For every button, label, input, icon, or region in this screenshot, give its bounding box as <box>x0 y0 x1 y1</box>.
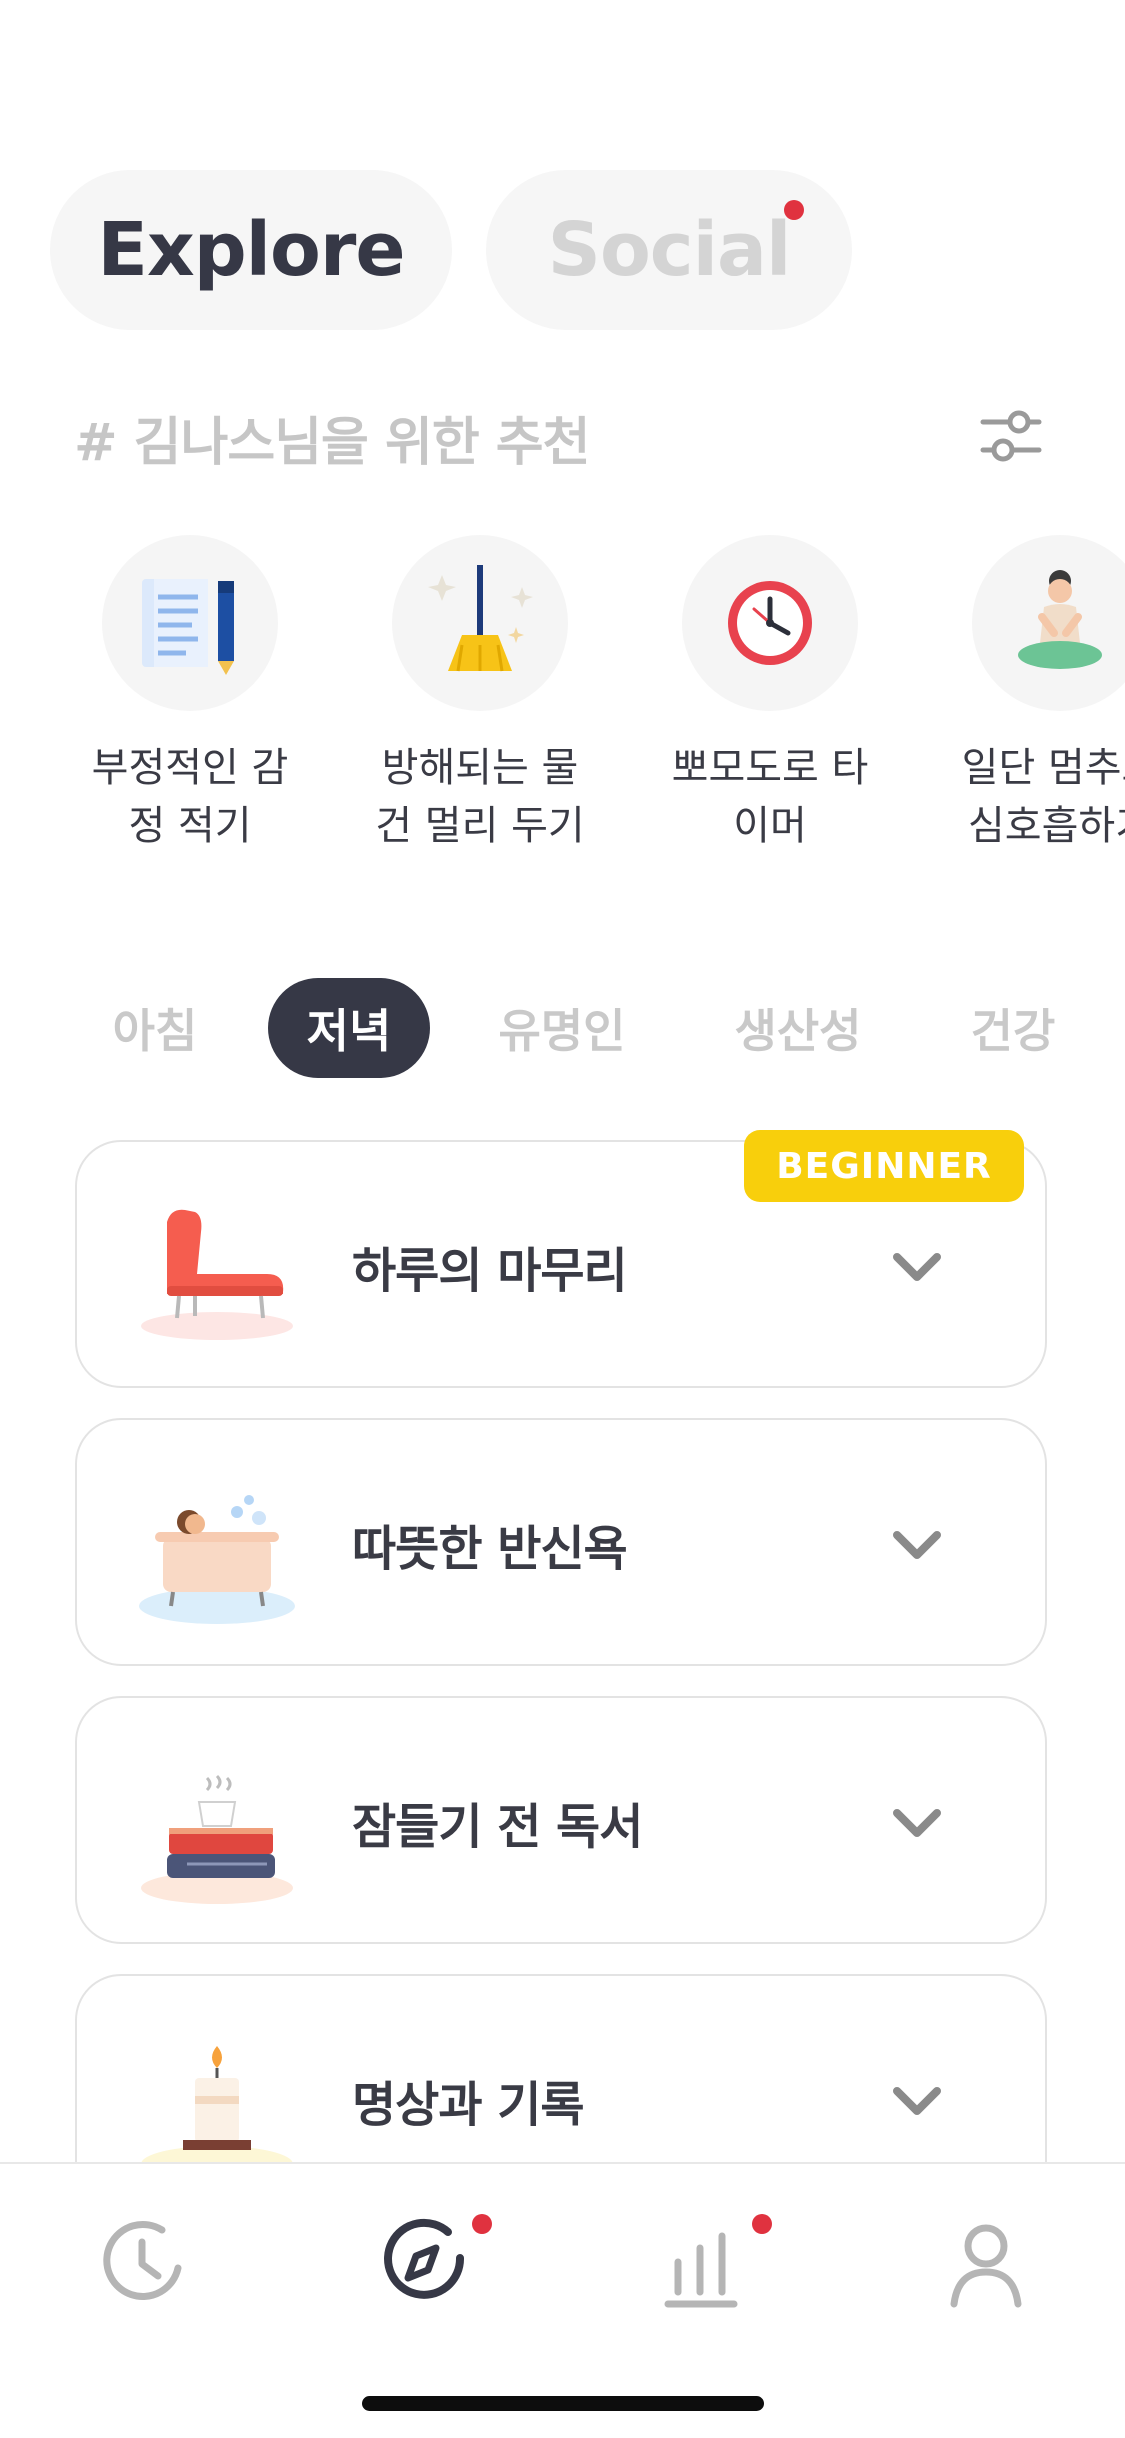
clock-icon <box>103 2220 182 2300</box>
routine-card-half-bath[interactable]: 따뜻한 반신욕 <box>75 1418 1047 1666</box>
routine-card-bedtime-reading[interactable]: 잠들기 전 독서 <box>75 1696 1047 1944</box>
routine-title: 하루의 마무리 <box>352 1243 628 1299</box>
user-icon <box>950 2224 1022 2308</box>
recommendation-item-pomodoro[interactable]: 뽀모도로 타 이머 <box>640 535 900 855</box>
nav-stats-button[interactable] <box>652 2212 772 2312</box>
social-notification-dot <box>784 200 804 220</box>
category-evening[interactable]: 저녁 <box>268 978 430 1078</box>
compass-icon <box>384 2218 465 2299</box>
tab-social[interactable]: Social <box>486 170 852 330</box>
category-morning[interactable]: 아침 <box>92 978 218 1078</box>
recommendation-item-breathing[interactable]: 일단 멈추고 심호흡하기 <box>930 535 1125 855</box>
broom-icon <box>392 535 568 711</box>
recommendation-label: 방해되는 물 건 멀리 두기 <box>375 745 585 849</box>
category-label: 생산성 <box>734 1004 862 1058</box>
home-indicator <box>362 2396 764 2411</box>
armchair-icon <box>137 1182 297 1350</box>
nav-profile-button[interactable] <box>936 2212 1036 2312</box>
chevron-down-icon[interactable] <box>887 1793 947 1853</box>
chevron-down-icon[interactable] <box>887 1237 947 1297</box>
category-label: 저녁 <box>306 1004 392 1058</box>
recommendation-label: 뽀모도로 타 이머 <box>671 745 869 849</box>
category-label: 유명인 <box>498 1004 626 1058</box>
candle-icon <box>137 2016 297 2184</box>
nav-explore-button[interactable] <box>372 2212 492 2312</box>
filter-button[interactable] <box>975 400 1047 472</box>
recommendation-heading: # 김나스님을 위한 추천 <box>74 413 590 473</box>
meditation-icon <box>972 535 1125 711</box>
tab-explore-label: Explore <box>97 207 405 293</box>
category-label: 아침 <box>112 1004 198 1058</box>
bathtub-icon <box>137 1460 297 1628</box>
notes-pencil-icon <box>102 535 278 711</box>
tab-social-label: Social <box>547 207 792 293</box>
category-celebrity[interactable]: 유명인 <box>480 978 644 1078</box>
routine-title: 잠들기 전 독서 <box>352 1799 643 1855</box>
nav-history-button[interactable] <box>92 2212 192 2312</box>
recommendation-item-negative-feelings[interactable]: 부정적인 감 정 적기 <box>60 535 320 855</box>
clock-icon <box>682 535 858 711</box>
tab-explore[interactable]: Explore <box>50 170 452 330</box>
category-health[interactable]: 건강 <box>950 978 1076 1078</box>
stats-notification-dot <box>752 2214 772 2234</box>
recommendation-label: 부정적인 감 정 적기 <box>91 745 289 849</box>
recommendation-label: 일단 멈추고 심호흡하기 <box>961 745 1125 849</box>
sliders-icon <box>980 410 1042 462</box>
category-productivity[interactable]: 생산성 <box>716 978 880 1078</box>
routine-title: 따뜻한 반신욕 <box>352 1521 628 1577</box>
recommendation-item-distractions[interactable]: 방해되는 물 건 멀리 두기 <box>350 535 610 855</box>
books-tea-icon <box>137 1738 297 1906</box>
beginner-badge: BEGINNER <box>744 1130 1024 1202</box>
bar-chart-icon <box>664 2232 738 2308</box>
chevron-down-icon[interactable] <box>887 2071 947 2131</box>
explore-notification-dot <box>472 2214 492 2234</box>
category-label: 건강 <box>970 1004 1056 1058</box>
chevron-down-icon[interactable] <box>887 1515 947 1575</box>
